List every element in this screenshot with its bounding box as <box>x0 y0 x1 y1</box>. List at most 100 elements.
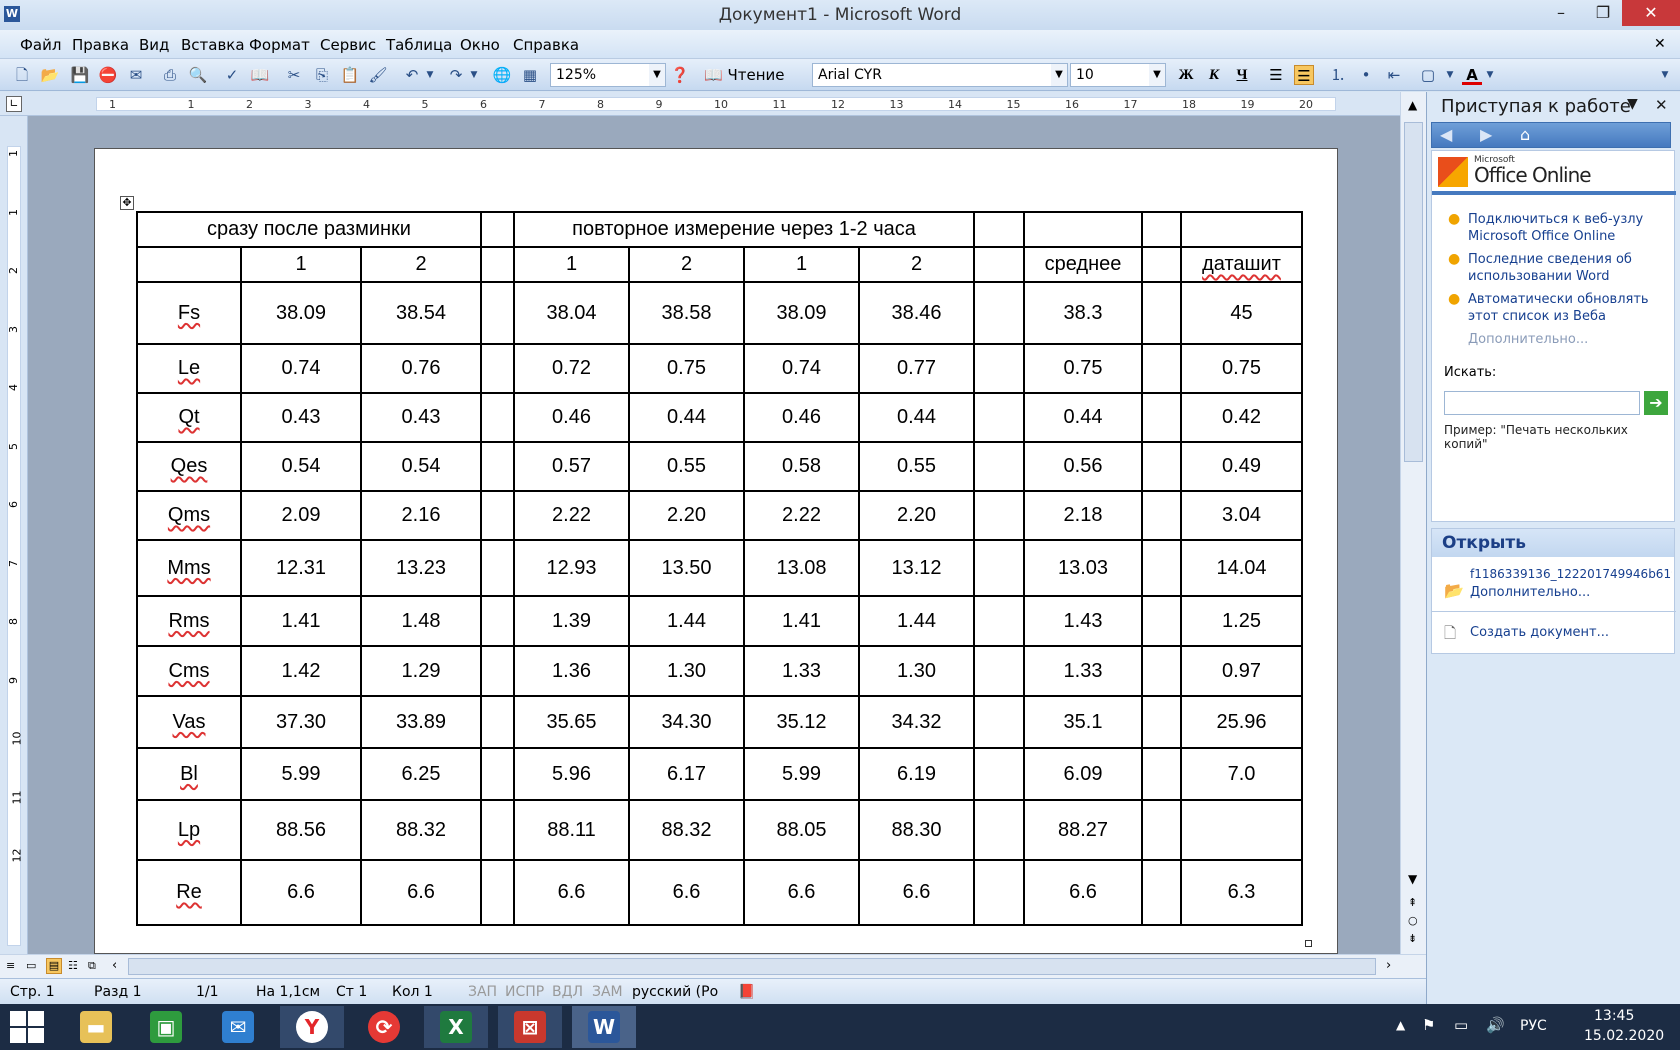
taskbar-store[interactable]: ▣ <box>134 1006 198 1048</box>
close-button[interactable]: ✕ <box>1622 0 1680 26</box>
permission-icon[interactable]: ⛔ <box>98 65 118 85</box>
redo-dropdown-icon[interactable]: ▼ <box>468 65 480 85</box>
format-painter-icon[interactable]: 🖌 <box>368 65 388 85</box>
normal-view-icon[interactable]: ≡ <box>6 959 15 972</box>
status-overtype[interactable]: ЗАМ <box>592 984 623 1000</box>
outline-view-icon[interactable]: ☷ <box>68 959 78 972</box>
tab-selector[interactable]: ∟ <box>6 96 22 112</box>
scroll-down-icon[interactable]: ▼ <box>1408 872 1417 886</box>
spelling-icon[interactable]: ✓ <box>222 65 242 85</box>
minimize-button[interactable]: – <box>1538 0 1584 26</box>
restore-button[interactable]: ❐ <box>1580 0 1626 26</box>
scroll-right-icon[interactable]: › <box>1386 958 1391 973</box>
reading-view-icon[interactable]: ⧉ <box>88 959 96 973</box>
align-center-icon[interactable]: ☰ <box>1294 65 1314 85</box>
align-left-icon[interactable]: ☰ <box>1266 65 1286 85</box>
font-name-select[interactable]: Arial CYR ▼ <box>812 63 1068 87</box>
previous-page-icon[interactable]: ⇞ <box>1408 896 1417 909</box>
hyperlink-icon[interactable]: 🌐 <box>492 65 512 85</box>
clock-time[interactable]: 13:45 <box>1594 1008 1634 1024</box>
spelling-status-icon[interactable]: 📕 <box>738 984 755 1000</box>
italic-button[interactable]: К <box>1204 65 1224 85</box>
email-icon[interactable]: ✉ <box>126 65 146 85</box>
recent-file-link[interactable]: f1186339136_122201749946b6194 <box>1470 567 1672 581</box>
status-macro-record[interactable]: ЗАП <box>468 984 497 1000</box>
borders-dropdown-icon[interactable]: ▼ <box>1444 65 1456 85</box>
taskbar-explorer[interactable]: ▬ <box>64 1006 128 1048</box>
show-hidden-icons[interactable]: ▲ <box>1396 1018 1405 1032</box>
vertical-scroll-thumb[interactable] <box>1404 122 1423 462</box>
menu-format[interactable]: Формат <box>249 36 310 54</box>
search-input[interactable] <box>1444 391 1640 415</box>
underline-button[interactable]: Ч <box>1232 65 1252 85</box>
paste-icon[interactable]: 📋 <box>340 65 360 85</box>
menu-insert[interactable]: Вставка <box>181 36 245 54</box>
word-news-link[interactable]: Последние сведения об использовании Word <box>1468 252 1632 284</box>
web-view-icon[interactable]: ▭ <box>26 959 36 972</box>
taskbar-word[interactable]: W <box>572 1006 636 1048</box>
menu-tools[interactable]: Сервис <box>320 36 376 54</box>
print-icon[interactable]: ⎙ <box>160 65 180 85</box>
table-move-handle-icon[interactable]: ✥ <box>120 196 134 210</box>
save-icon[interactable]: 💾 <box>70 65 90 85</box>
flag-icon[interactable]: ⚑ <box>1422 1016 1435 1034</box>
decrease-indent-icon[interactable]: ⇤ <box>1384 65 1404 85</box>
forward-arrow-icon[interactable]: ▶ <box>1480 125 1492 144</box>
auto-update-link[interactable]: Автоматически обновлять этот список из В… <box>1468 292 1649 324</box>
undo-icon[interactable]: ↶ <box>402 65 422 85</box>
numbered-list-icon[interactable]: ⒈ <box>1328 65 1348 85</box>
horizontal-scroll-thumb[interactable] <box>128 958 1376 975</box>
task-pane-menu-icon[interactable]: ▼ <box>1627 96 1638 112</box>
cut-icon[interactable]: ✂ <box>284 65 304 85</box>
scroll-up-icon[interactable]: ▲ <box>1408 98 1417 112</box>
start-button[interactable] <box>10 1011 44 1043</box>
bold-button[interactable]: Ж <box>1176 65 1196 85</box>
menu-file[interactable]: Файл <box>20 36 61 54</box>
toolbar-options-icon[interactable]: ▼ <box>1658 65 1672 85</box>
font-color-dropdown-icon[interactable]: ▼ <box>1484 65 1496 85</box>
print-layout-view-icon[interactable]: ▤ <box>46 958 62 974</box>
vertical-scrollbar[interactable]: ▲ ▼ ⇞ ○ ⇟ <box>1400 92 1426 954</box>
close-document-icon[interactable]: ✕ <box>1654 36 1666 52</box>
zoom-select[interactable]: 125% ▼ <box>550 63 666 87</box>
home-icon[interactable]: ⌂ <box>1520 125 1530 144</box>
undo-dropdown-icon[interactable]: ▼ <box>424 65 436 85</box>
menu-table[interactable]: Таблица <box>386 36 452 54</box>
menu-view[interactable]: Вид <box>139 36 169 54</box>
create-document-link[interactable]: Создать документ... <box>1470 625 1609 641</box>
taskbar-excel[interactable]: X <box>424 1006 488 1048</box>
table-icon[interactable]: ▦ <box>520 65 540 85</box>
table-resize-handle[interactable] <box>1305 940 1312 947</box>
redo-icon[interactable]: ↷ <box>446 65 466 85</box>
search-go-icon[interactable]: ➔ <box>1644 391 1668 415</box>
menu-edit[interactable]: Правка <box>72 36 129 54</box>
open-more-link[interactable]: Дополнительно... <box>1470 585 1590 601</box>
borders-icon[interactable]: ▢ <box>1418 65 1438 85</box>
status-extend-selection[interactable]: ВДЛ <box>552 984 583 1000</box>
taskbar-yandex[interactable]: Y <box>280 1006 344 1048</box>
taskbar-access[interactable]: ⊠ <box>498 1006 562 1048</box>
office-online-link[interactable]: Подключиться к веб-узлу Microsoft Office… <box>1468 212 1643 244</box>
research-icon[interactable]: 📖 <box>250 65 270 85</box>
taskbar-app-red[interactable]: ⟳ <box>352 1006 416 1048</box>
font-color-button[interactable]: A <box>1462 65 1482 85</box>
vertical-ruler[interactable]: 1 1 2 3 4 5 6 7 8 9 10 11 12 <box>0 116 28 954</box>
status-track-changes[interactable]: ИСПР <box>505 984 544 1000</box>
new-document-icon[interactable]: 🗋 <box>12 65 32 85</box>
scroll-left-icon[interactable]: ‹ <box>112 958 117 973</box>
font-size-select[interactable]: 10 ▼ <box>1070 63 1166 87</box>
menu-window[interactable]: Окно <box>460 36 500 54</box>
bullet-list-icon[interactable]: • <box>1356 65 1376 85</box>
taskbar-mail[interactable]: ✉ <box>206 1006 270 1048</box>
clock-date[interactable]: 15.02.2020 <box>1584 1028 1664 1044</box>
task-pane-close-icon[interactable]: ✕ <box>1655 96 1668 114</box>
next-page-icon[interactable]: ⇟ <box>1408 932 1417 945</box>
print-preview-icon[interactable]: 🔍 <box>188 65 208 85</box>
copy-icon[interactable]: ⎘ <box>312 65 332 85</box>
open-folder-icon[interactable]: 📂 <box>40 65 60 85</box>
input-language[interactable]: РУС <box>1520 1018 1547 1034</box>
horizontal-scrollbar[interactable]: ≡ ▭ ▤ ☷ ⧉ ‹ › <box>0 954 1426 978</box>
horizontal-ruler[interactable]: ∟ 1 1 2 3 4 5 6 7 8 9 10 11 12 13 14 15 16 17 18 19 20 <box>0 92 1400 116</box>
volume-icon[interactable]: 🔊 <box>1486 1016 1505 1034</box>
task-pane-title[interactable]: Приступая к работе <box>1441 96 1631 117</box>
